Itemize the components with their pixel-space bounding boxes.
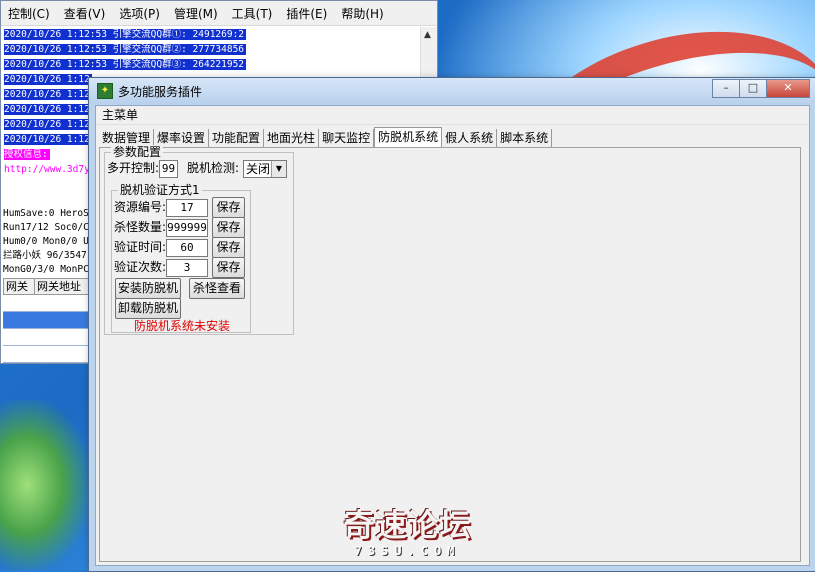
resource-id-input[interactable]: 17 xyxy=(166,199,208,217)
plugin-window: ✦ 多功能服务插件 – □ ✕ 主菜单 数据管理 爆率设置 功能配置 地面光柱 … xyxy=(88,77,815,572)
save-kill-count-button[interactable]: 保存 xyxy=(212,217,245,238)
verify-count-label: 验证次数: xyxy=(114,260,167,274)
save-verify-time-button[interactable]: 保存 xyxy=(212,237,245,258)
resource-id-label: 资源编号: xyxy=(114,200,167,214)
kill-count-input[interactable]: 999999 xyxy=(166,219,208,237)
menu-manage[interactable]: 管理(M) xyxy=(167,5,225,22)
scroll-up-arrow-icon[interactable]: ▲ xyxy=(424,30,431,40)
minimize-button[interactable]: – xyxy=(712,79,740,98)
window-controls: – □ ✕ xyxy=(712,79,810,98)
tab-chat-monitor[interactable]: 聊天监控 xyxy=(319,129,375,147)
chevron-down-icon[interactable]: ▼ xyxy=(271,161,286,177)
tab-anti-offline[interactable]: 防脱机系统 xyxy=(374,127,443,148)
menu-plugins[interactable]: 插件(E) xyxy=(279,5,334,22)
params-legend: 参数配置 xyxy=(111,145,164,159)
maximize-button[interactable]: □ xyxy=(739,79,767,98)
column-header-gateway[interactable]: 网关 xyxy=(4,279,35,294)
watermark-url: 73SU.COM xyxy=(354,544,461,558)
gateway-table-header: 网关 网关地址 xyxy=(3,278,101,295)
kill-count-label: 杀怪数量: xyxy=(114,220,167,234)
verify-count-input[interactable]: 3 xyxy=(166,259,208,277)
gateway-table[interactable]: 网关 网关地址 xyxy=(3,278,101,363)
close-button[interactable]: ✕ xyxy=(766,79,810,98)
uninstall-anti-offline-button[interactable]: 卸载防脱机 xyxy=(115,298,181,319)
multi-open-input[interactable]: 99 xyxy=(159,160,178,178)
anti-offline-panel: 参数配置 多开控制: 99 脱机检测: 关闭 ▼ 脱机验证方式1 资源编号: 1… xyxy=(99,145,801,562)
table-row[interactable] xyxy=(3,329,101,346)
main-menubar: 主菜单 xyxy=(96,106,809,125)
background-menubar: 控制(C) 查看(V) 选项(P) 管理(M) 工具(T) 插件(E) 帮助(H… xyxy=(1,1,437,26)
log-line: 2020/10/26 1:12:53 引擎交流QQ群③: 264221952 xyxy=(4,59,247,70)
log-line: 2020/10/26 1:12:53 引擎交流QQ群②: 277734856 xyxy=(4,44,247,55)
menu-control[interactable]: 控制(C) xyxy=(1,5,57,22)
app-icon: ✦ xyxy=(97,83,113,99)
table-row[interactable] xyxy=(3,295,101,312)
main-menu-item[interactable]: 主菜单 xyxy=(102,108,138,122)
menu-view[interactable]: 查看(V) xyxy=(57,5,113,22)
verify-legend: 脱机验证方式1 xyxy=(118,183,202,197)
install-anti-offline-button[interactable]: 安装防脱机 xyxy=(115,278,181,299)
params-group: 参数配置 多开控制: 99 脱机检测: 关闭 ▼ 脱机验证方式1 资源编号: 1… xyxy=(104,145,294,335)
menu-tools[interactable]: 工具(T) xyxy=(225,5,280,22)
install-status-text: 防脱机系统未安装 xyxy=(134,319,231,333)
tab-strip: 数据管理 爆率设置 功能配置 地面光柱 聊天监控 防脱机系统 假人系统 脚本系统 xyxy=(99,127,553,148)
log-line: 2020/10/26 1:12:53 引擎交流QQ群①: 2491269:2 xyxy=(4,29,247,40)
offline-detect-label: 脱机检测: xyxy=(187,161,240,175)
menu-help[interactable]: 帮助(H) xyxy=(334,5,390,22)
tab-function-config[interactable]: 功能配置 xyxy=(209,129,265,147)
window-titlebar[interactable]: ✦ 多功能服务插件 – □ ✕ xyxy=(89,78,815,104)
save-verify-count-button[interactable]: 保存 xyxy=(212,257,245,278)
window-client-area: 主菜单 数据管理 爆率设置 功能配置 地面光柱 聊天监控 防脱机系统 假人系统 … xyxy=(95,105,810,566)
menu-options[interactable]: 选项(P) xyxy=(112,5,167,22)
offline-detect-value: 关闭 xyxy=(246,162,271,176)
desktop-wallpaper-leaf xyxy=(0,400,90,570)
forum-watermark-logo: 奇速论坛 73SU.COM xyxy=(325,508,490,568)
verify-time-input[interactable]: 60 xyxy=(166,239,208,257)
window-title: 多功能服务插件 xyxy=(118,84,203,99)
offline-detect-select[interactable]: 关闭 ▼ xyxy=(243,160,287,178)
table-row-selected[interactable] xyxy=(3,312,101,329)
verify-time-label: 验证时间: xyxy=(114,240,167,254)
tab-script-system[interactable]: 脚本系统 xyxy=(497,129,553,147)
save-resource-button[interactable]: 保存 xyxy=(212,197,245,218)
view-kills-button[interactable]: 杀怪查看 xyxy=(189,278,245,299)
tab-ground-light[interactable]: 地面光柱 xyxy=(264,129,320,147)
multi-open-label: 多开控制: xyxy=(107,161,160,175)
table-row[interactable] xyxy=(3,346,101,363)
watermark-title: 奇速论坛 xyxy=(343,508,472,544)
tab-fake-player[interactable]: 假人系统 xyxy=(442,129,498,147)
verify-group: 脱机验证方式1 资源编号: 17 保存 杀怪数量: 999999 保存 验证时间… xyxy=(111,183,251,333)
